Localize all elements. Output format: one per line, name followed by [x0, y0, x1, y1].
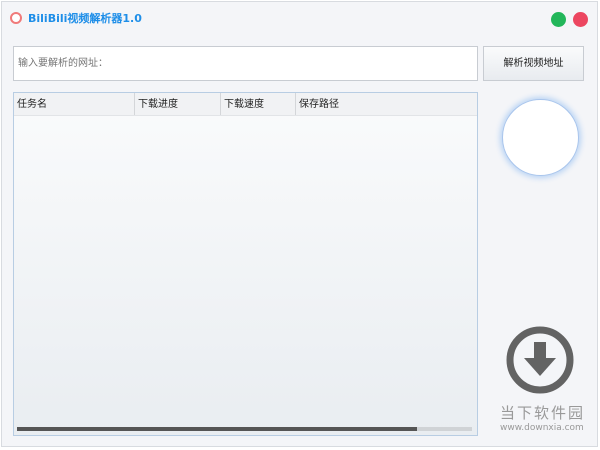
status-circle: [502, 99, 579, 176]
maximize-button[interactable]: [551, 12, 566, 27]
column-speed[interactable]: 下载速度: [221, 93, 296, 115]
column-task-name[interactable]: 任务名: [14, 93, 135, 115]
app-logo-icon: [10, 12, 22, 24]
download-icon[interactable]: [505, 325, 575, 395]
title-bar: BiliBili视频解析器1.0: [10, 10, 142, 26]
url-input[interactable]: [13, 46, 478, 81]
watermark-url: www.downxia.com: [500, 423, 584, 433]
close-button[interactable]: [573, 12, 588, 27]
horizontal-scrollbar[interactable]: [17, 427, 472, 431]
column-save-path[interactable]: 保存路径: [296, 93, 477, 115]
task-table: 任务名 下载进度 下载速度 保存路径: [13, 92, 478, 436]
window-title: BiliBili视频解析器1.0: [28, 12, 142, 25]
watermark-name: 当下软件园: [500, 404, 586, 422]
scrollbar-thumb[interactable]: [17, 427, 417, 431]
table-header: 任务名 下载进度 下载速度 保存路径: [14, 93, 477, 116]
parse-video-button[interactable]: 解析视频地址: [483, 46, 584, 81]
app-window: BiliBili视频解析器1.0 解析视频地址 任务名 下载进度 下载速度 保存…: [1, 1, 598, 447]
column-progress[interactable]: 下载进度: [135, 93, 221, 115]
